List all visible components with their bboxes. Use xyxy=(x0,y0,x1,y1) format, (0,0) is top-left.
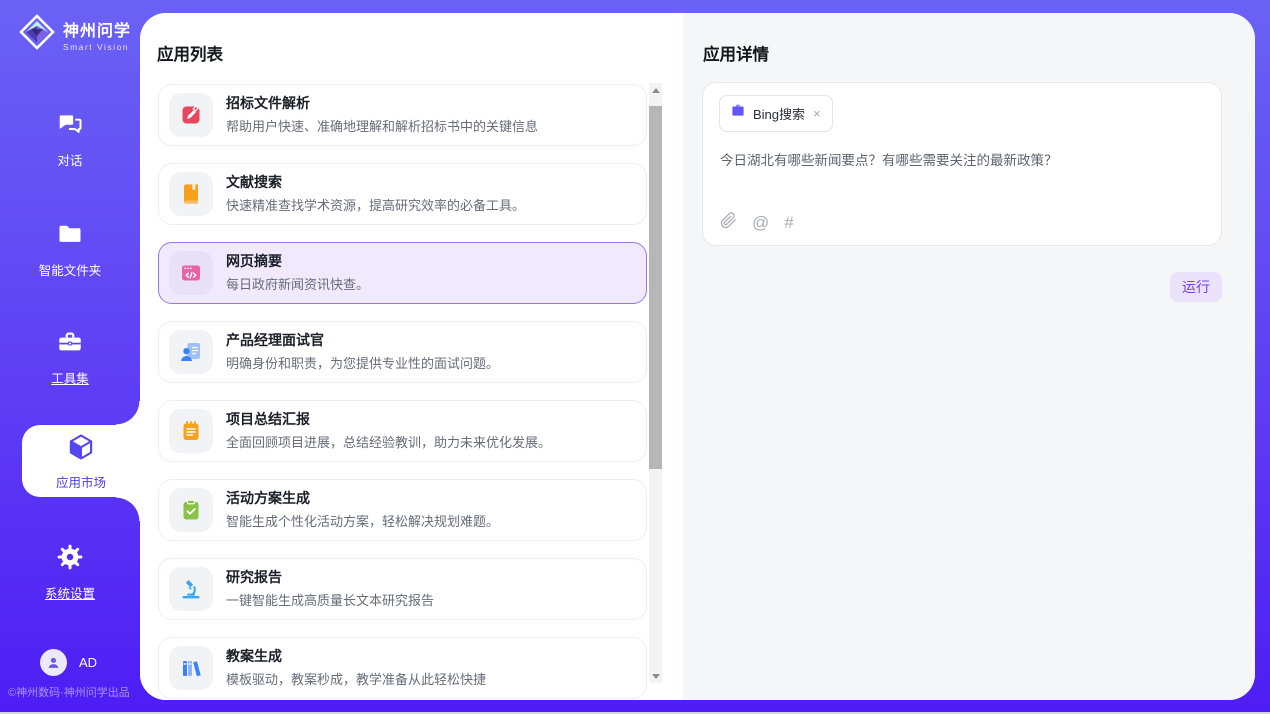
app-card-产品经理面试官[interactable]: 产品经理面试官明确身份和职责，为您提供专业性的面试问题。 xyxy=(158,321,647,383)
app-card-title: 产品经理面试官 xyxy=(226,332,499,349)
sidebar-item-label: 智能文件夹 xyxy=(39,260,102,279)
user-name: AD xyxy=(79,655,97,670)
tool-chip-bing-search[interactable]: Bing搜索 × xyxy=(719,95,833,132)
app-card-title: 招标文件解析 xyxy=(226,95,538,112)
notepad-icon xyxy=(169,409,213,453)
logo-diamond-icon xyxy=(18,13,56,56)
avatar[interactable] xyxy=(40,649,67,676)
document-edit-icon xyxy=(169,93,213,137)
app-card-description: 帮助用户快速、准确地理解和解析招标书中的关键信息 xyxy=(226,116,538,135)
app-card-title: 项目总结汇报 xyxy=(226,411,551,428)
logo-title: 神州问学 xyxy=(63,17,131,41)
app-card-description: 智能生成个性化活动方案，轻松解决规划难题。 xyxy=(226,511,499,530)
scroll-up-arrow-icon[interactable] xyxy=(649,83,662,97)
sidebar-item-工具集[interactable]: 工具集 xyxy=(0,328,140,387)
sidebar-item-label: 工具集 xyxy=(51,368,89,387)
toolbox-icon xyxy=(56,328,84,361)
app-card-description: 一键智能生成高质量长文本研究报告 xyxy=(226,590,434,609)
app-card-title: 网页摘要 xyxy=(226,253,369,270)
scrollbar-thumb[interactable] xyxy=(649,106,662,469)
folder-icon xyxy=(56,220,84,253)
logo-subtitle: Smart Vision xyxy=(63,42,131,52)
scrollbar[interactable] xyxy=(649,83,662,683)
sidebar-item-智能文件夹[interactable]: 智能文件夹 xyxy=(0,220,140,279)
chat-icon xyxy=(56,110,84,143)
sidebar-item-label: 对话 xyxy=(57,150,82,169)
app-card-description: 每日政府新闻资讯快查。 xyxy=(226,274,369,293)
app-card-description: 全面回顾项目进展，总结经验教训，助力未来优化发展。 xyxy=(226,432,551,451)
paperclip-icon[interactable] xyxy=(720,212,737,232)
clipboard-check-icon xyxy=(169,488,213,532)
prompt-card: Bing搜索 × 今日湖北有哪些新闻要点？有哪些需要关注的最新政策？ @ # xyxy=(702,82,1222,246)
app-card-title: 文献搜索 xyxy=(226,174,525,191)
app-card-文献搜索[interactable]: 文献搜索快速精准查找学术资源，提高研究效率的必备工具。 xyxy=(158,163,647,225)
app-list-panel: 应用列表 招标文件解析帮助用户快速、准确地理解和解析招标书中的关键信息 文献搜索… xyxy=(140,13,683,700)
app-list-title: 应用列表 xyxy=(157,41,223,65)
cube-icon xyxy=(66,432,96,467)
app-card-项目总结汇报[interactable]: 项目总结汇报全面回顾项目进展，总结经验教训，助力未来优化发展。 xyxy=(158,400,647,462)
app-card-description: 明确身份和职责，为您提供专业性的面试问题。 xyxy=(226,353,499,372)
briefcase-icon xyxy=(730,103,746,124)
sidebar-item-系统设置[interactable]: 系统设置 xyxy=(0,543,140,602)
interview-icon xyxy=(169,330,213,374)
app-card-研究报告[interactable]: 研究报告一键智能生成高质量长文本研究报告 xyxy=(158,558,647,620)
app-card-活动方案生成[interactable]: 活动方案生成智能生成个性化活动方案，轻松解决规划难题。 xyxy=(158,479,647,541)
app-card-title: 活动方案生成 xyxy=(226,490,499,507)
run-button[interactable]: 运行 xyxy=(1170,272,1222,302)
app-card-description: 快速精准查找学术资源，提高研究效率的必备工具。 xyxy=(226,195,525,214)
mention-icon[interactable]: @ xyxy=(752,214,769,231)
app-detail-panel: 应用详情 Bing搜索 × 今日湖北有哪些新闻要点？有哪些需要关注的最新政策？ … xyxy=(683,13,1255,700)
hash-icon[interactable]: # xyxy=(784,214,793,231)
sidebar-item-label: 系统设置 xyxy=(45,583,95,602)
app-card-网页摘要[interactable]: 网页摘要每日政府新闻资讯快查。 xyxy=(158,242,647,304)
webpage-code-icon xyxy=(169,251,213,295)
sidebar-item-label: 应用市场 xyxy=(56,472,106,491)
app-card-description: 模板驱动，教案秒成，教学准备从此轻松快捷 xyxy=(226,669,486,688)
sidebar-item-对话[interactable]: 对话 xyxy=(0,110,140,169)
sidebar: 神州问学 Smart Vision 对话 智能文件夹 工具集 应用市场 系统设置 xyxy=(0,0,140,714)
user-account[interactable]: AD xyxy=(40,649,97,676)
app-logo: 神州问学 Smart Vision xyxy=(18,13,131,56)
prompt-text[interactable]: 今日湖北有哪些新闻要点？有哪些需要关注的最新政策？ xyxy=(720,151,1205,171)
book-icon xyxy=(169,172,213,216)
app-card-教案生成[interactable]: 教案生成模板驱动，教案秒成，教学准备从此轻松快捷 xyxy=(158,637,647,699)
copyright-text: ©神州数码·神州问学出品 xyxy=(8,684,130,700)
app-card-title: 教案生成 xyxy=(226,648,486,665)
app-detail-title: 应用详情 xyxy=(703,41,769,65)
scroll-down-arrow-icon[interactable] xyxy=(649,669,662,683)
books-icon xyxy=(169,646,213,690)
sidebar-item-应用市场[interactable]: 应用市场 xyxy=(22,425,140,497)
app-card-title: 研究报告 xyxy=(226,569,434,586)
microscope-icon xyxy=(169,567,213,611)
main-content: 应用列表 招标文件解析帮助用户快速、准确地理解和解析招标书中的关键信息 文献搜索… xyxy=(140,13,1255,700)
gear-icon xyxy=(56,543,84,576)
app-card-招标文件解析[interactable]: 招标文件解析帮助用户快速、准确地理解和解析招标书中的关键信息 xyxy=(158,84,647,146)
tool-chip-label: Bing搜索 xyxy=(753,104,805,123)
close-icon[interactable]: × xyxy=(812,106,822,121)
